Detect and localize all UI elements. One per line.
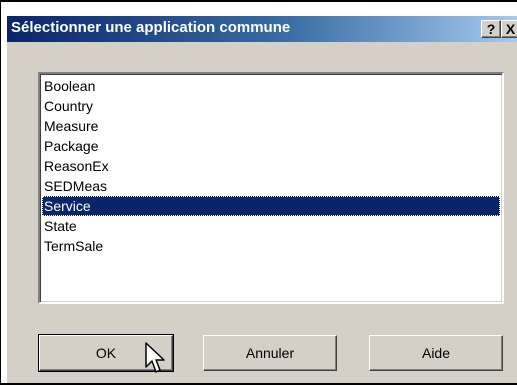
dialog-title: Sélectionner une application commune (11, 19, 291, 36)
title-bar[interactable]: Sélectionner une application commune ? X (7, 16, 517, 42)
close-icon[interactable]: X (501, 20, 517, 38)
list-item[interactable]: TermSale (42, 236, 500, 256)
help-question-icon[interactable]: ? (481, 20, 501, 38)
help-button[interactable]: Aide (369, 335, 503, 371)
list-item[interactable]: Package (42, 136, 500, 156)
page-top-rule (0, 0, 517, 2)
list-item[interactable]: Boolean (42, 76, 500, 96)
list-item[interactable]: State (42, 216, 500, 236)
list-item[interactable]: ReasonEx (42, 156, 500, 176)
list-item[interactable]: SEDMeas (42, 176, 500, 196)
list-item[interactable]: Measure (42, 116, 500, 136)
cancel-button[interactable]: Annuler (203, 335, 337, 371)
page-left-rule (0, 0, 1, 385)
application-listbox[interactable]: Boolean Country Measure Package ReasonEx… (38, 72, 504, 304)
select-application-dialog: Sélectionner une application commune ? X… (5, 14, 517, 385)
list-item[interactable]: Country (42, 96, 500, 116)
mouse-pointer-icon (145, 342, 165, 373)
list-item-selected[interactable]: Service (42, 196, 500, 216)
